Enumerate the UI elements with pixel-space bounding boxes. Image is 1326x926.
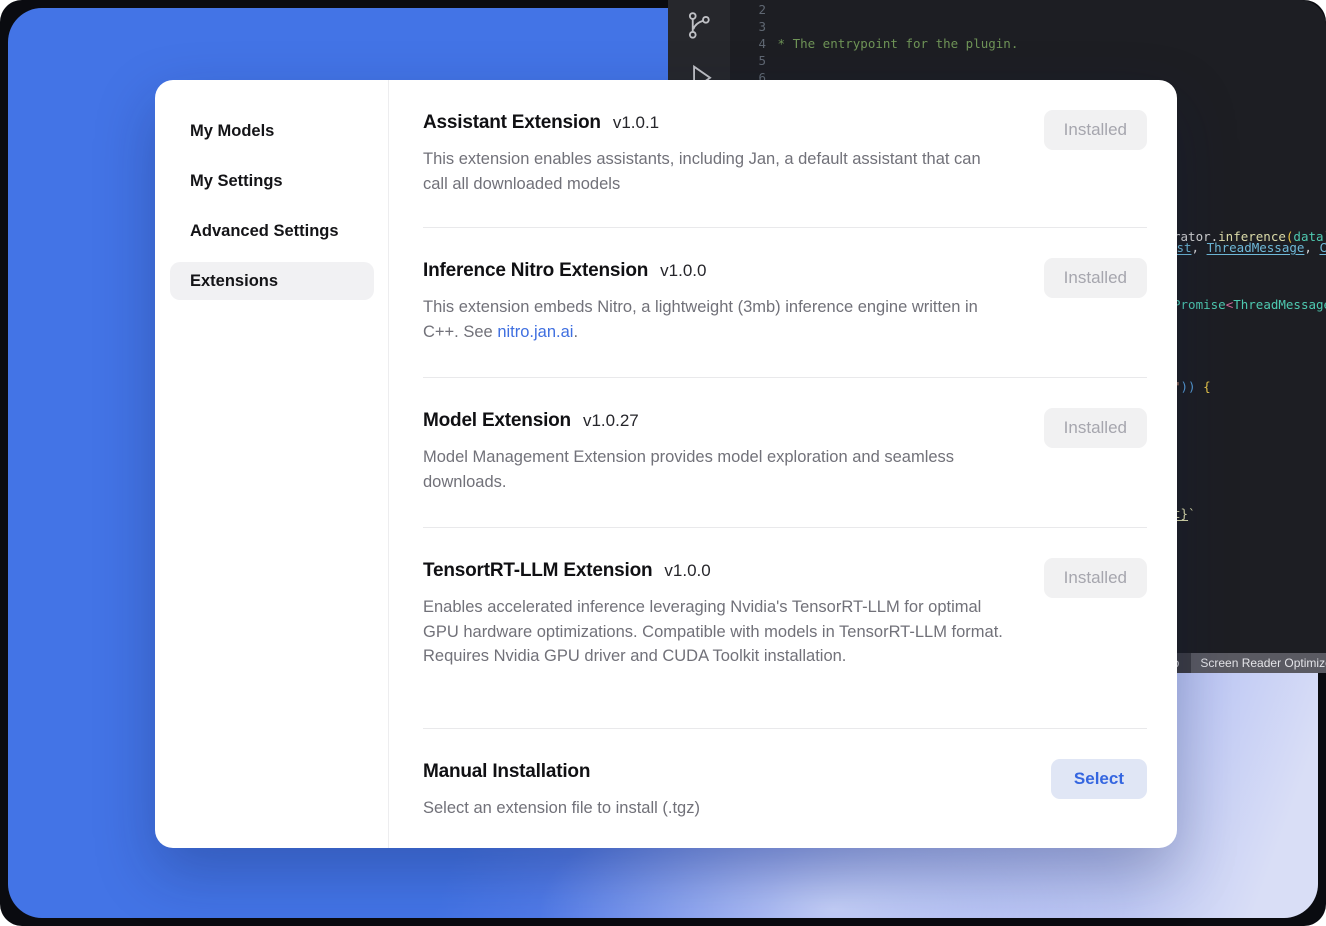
extension-name: Inference Nitro Extension <box>423 258 648 284</box>
sidebar-item-my-models[interactable]: My Models <box>170 112 374 150</box>
extensions-list: Assistant Extension v1.0.1 This extensio… <box>389 80 1177 848</box>
extension-row-model: Model Extension v1.0.27 Model Management… <box>423 378 1147 528</box>
code-line-2: * The entrypoint for the plugin. <box>770 35 1326 52</box>
extension-version: v1.0.27 <box>583 411 639 431</box>
installed-button: Installed <box>1044 110 1147 150</box>
source-control-icon[interactable] <box>684 8 714 48</box>
line-numbers: 2 3 4 5 6 <box>730 1 766 86</box>
installed-button: Installed <box>1044 258 1147 298</box>
sidebar-item-extensions[interactable]: Extensions <box>170 262 374 300</box>
extension-name: Model Extension <box>423 408 571 434</box>
screen-reader-status-item[interactable]: Screen Reader Optimized <box>1191 653 1326 673</box>
code-fragment-brace: ")) { <box>1173 378 1211 395</box>
select-file-button[interactable]: Select <box>1051 759 1147 799</box>
extension-version: v1.0.0 <box>664 561 710 581</box>
manual-installation-row: Manual Installation Select an extension … <box>423 729 1147 848</box>
extension-description: This extension enables assistants, inclu… <box>423 147 1008 196</box>
extension-description: Model Management Extension provides mode… <box>423 445 1008 494</box>
extension-row-tensorrt: TensortRT-LLM Extension v1.0.0 Enables a… <box>423 528 1147 729</box>
settings-sidebar: My Models My Settings Advanced Settings … <box>155 80 389 848</box>
screenshot-window: 2 3 4 5 6 * The entrypoint for the plugi… <box>0 0 1326 926</box>
manual-installation-description: Select an extension file to install (.tg… <box>423 796 700 821</box>
nitro-jan-ai-link[interactable]: nitro.jan.ai <box>497 323 573 341</box>
sidebar-item-advanced-settings[interactable]: Advanced Settings <box>170 212 374 250</box>
code-fragment-promise: Promise<ThreadMessage> <box>1173 296 1326 313</box>
extension-description: Enables accelerated inference leveraging… <box>423 595 1008 669</box>
extension-name: Assistant Extension <box>423 110 601 136</box>
settings-modal: My Models My Settings Advanced Settings … <box>155 80 1177 848</box>
extension-version: v1.0.1 <box>613 113 659 133</box>
extension-row-nitro: Inference Nitro Extension v1.0.0 This ex… <box>423 228 1147 378</box>
installed-button: Installed <box>1044 558 1147 598</box>
installed-button: Installed <box>1044 408 1147 448</box>
manual-installation-title: Manual Installation <box>423 759 590 785</box>
extension-version: v1.0.0 <box>660 261 706 281</box>
sidebar-item-my-settings[interactable]: My Settings <box>170 162 374 200</box>
extension-description: This extension embeds Nitro, a lightweig… <box>423 295 1008 344</box>
extension-row-assistant: Assistant Extension v1.0.1 This extensio… <box>423 80 1147 228</box>
extension-name: TensortRT-LLM Extension <box>423 558 652 584</box>
code-fragment-inference: rator.inference(data)); <box>1173 228 1326 245</box>
